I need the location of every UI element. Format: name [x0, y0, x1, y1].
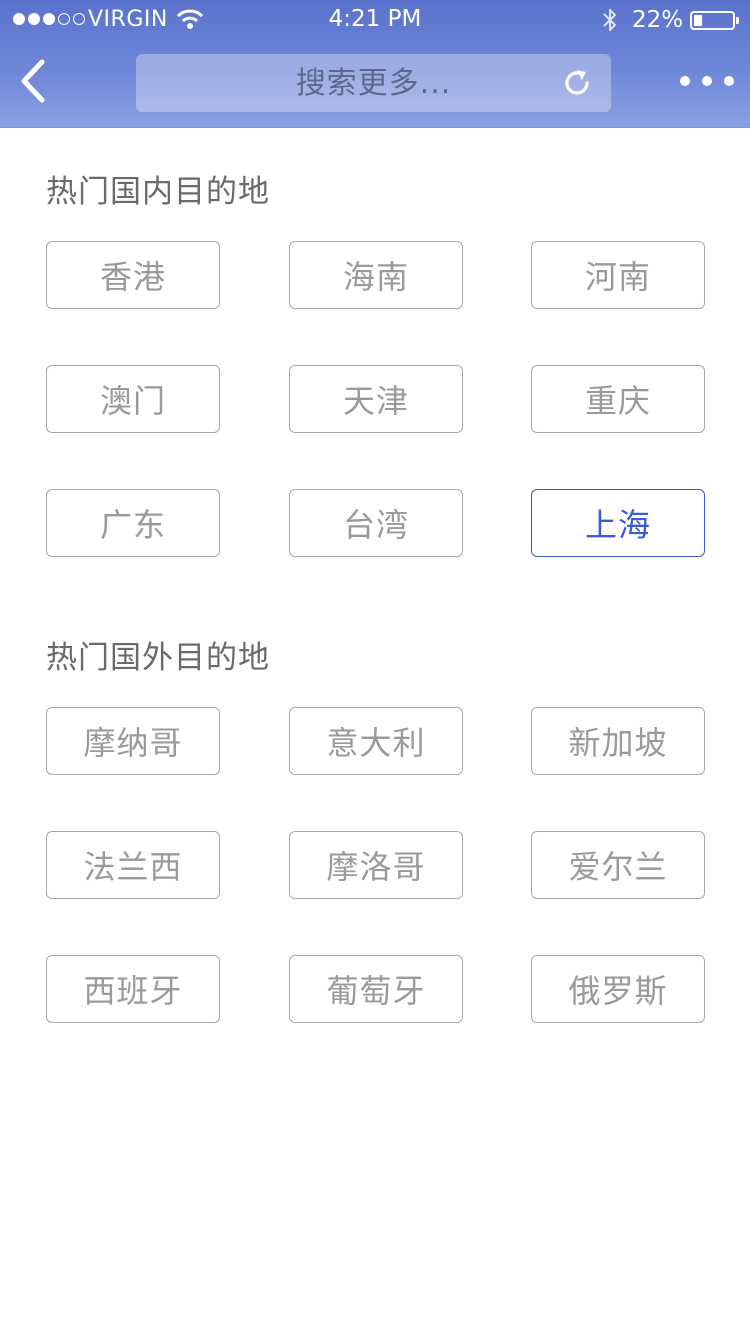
refresh-icon[interactable] [560, 66, 594, 100]
destination-chip[interactable]: 海南 [289, 241, 463, 309]
status-bar: VIRGIN 4:21 PM 22% [0, 0, 750, 40]
destination-chip[interactable]: 葡萄牙 [289, 955, 463, 1023]
destination-chip[interactable]: 法兰西 [46, 831, 220, 899]
bluetooth-icon [603, 9, 616, 31]
destination-chip[interactable]: 香港 [46, 241, 220, 309]
destination-chip[interactable]: 西班牙 [46, 955, 220, 1023]
destination-chip[interactable]: 河南 [531, 241, 705, 309]
destination-chip[interactable]: 天津 [289, 365, 463, 433]
destination-chip[interactable]: 摩纳哥 [46, 707, 220, 775]
destination-chip[interactable]: 爱尔兰 [531, 831, 705, 899]
search-bar [136, 54, 611, 112]
destination-chip[interactable]: 俄罗斯 [531, 955, 705, 1023]
back-button[interactable] [14, 56, 54, 106]
app-header: VIRGIN 4:21 PM 22% [0, 0, 750, 128]
destination-chip[interactable]: 台湾 [289, 489, 463, 557]
destination-chip[interactable]: 意大利 [289, 707, 463, 775]
domestic-destinations-title: 热门国内目的地 [46, 174, 270, 210]
destination-chip[interactable]: 重庆 [531, 365, 705, 433]
more-dot [680, 76, 690, 86]
destination-chip[interactable]: 澳门 [46, 365, 220, 433]
destination-chip[interactable]: 摩洛哥 [289, 831, 463, 899]
search-input[interactable] [136, 54, 611, 112]
destination-chip[interactable]: 新加坡 [531, 707, 705, 775]
battery-icon [690, 11, 735, 30]
more-dot [724, 76, 734, 86]
destination-chip-selected[interactable]: 上海 [531, 489, 705, 557]
battery-tip [736, 17, 739, 24]
destination-chip[interactable]: 广东 [46, 489, 220, 557]
more-options-button[interactable] [680, 72, 734, 90]
battery-level-fill [694, 15, 702, 26]
more-dot [702, 76, 712, 86]
international-destinations-title: 热门国外目的地 [46, 640, 270, 676]
battery-percentage: 22% [632, 7, 684, 33]
